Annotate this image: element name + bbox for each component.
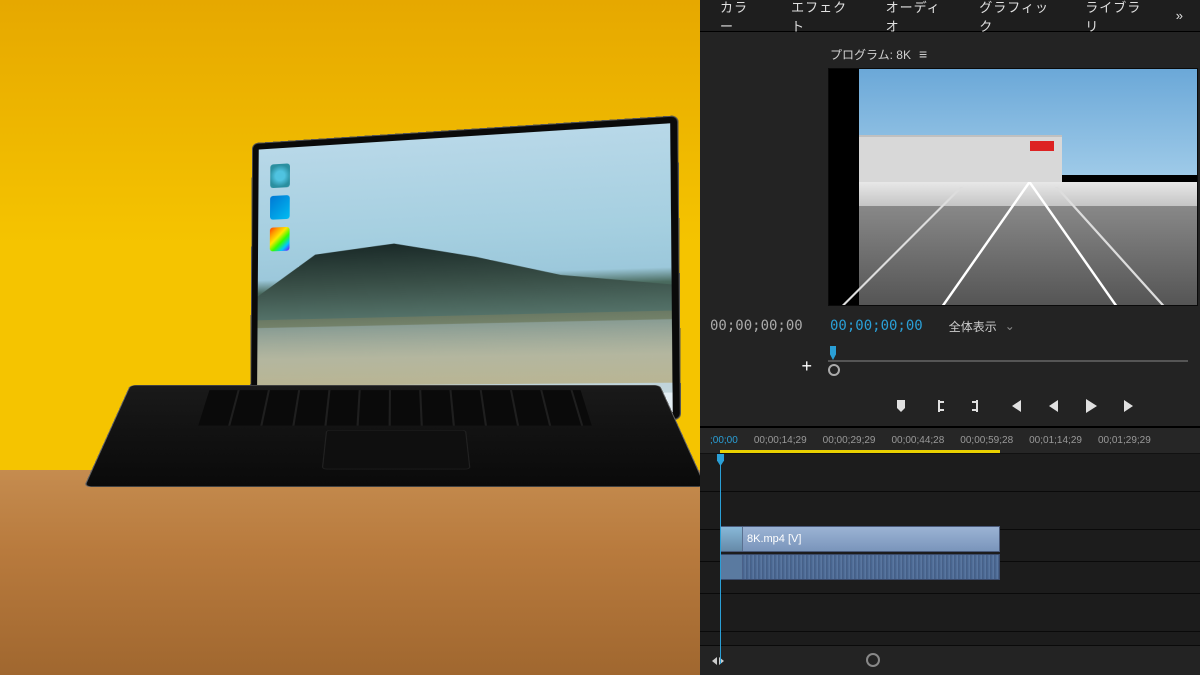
trackpad — [322, 430, 471, 469]
edge-icon — [270, 195, 290, 220]
step-forward-button[interactable] — [1121, 398, 1137, 414]
timeline-panel: ;00;00 00;00;14;29 00;00;29;29 00;00;44;… — [700, 428, 1200, 675]
ruler-timecode: 00;00;59;28 — [960, 435, 1013, 446]
go-to-in-button[interactable] — [1007, 398, 1023, 414]
laptop-keyboard — [84, 385, 706, 487]
tab-audio[interactable]: オーディオ — [868, 0, 962, 31]
add-button[interactable]: + — [801, 356, 812, 377]
program-monitor-title: プログラム: 8K — [830, 46, 911, 63]
play-button[interactable] — [1083, 398, 1099, 414]
creative-cloud-icon — [270, 227, 290, 252]
add-marker-button[interactable] — [893, 398, 909, 414]
ruler-timecode: 00;01;14;29 — [1029, 435, 1082, 446]
ruler-timecode: 00;00;14;29 — [754, 435, 807, 446]
program-timecode[interactable]: 00;00;00;00 — [826, 318, 923, 334]
chevron-down-icon: ⌄ — [1005, 319, 1015, 333]
audio-clip[interactable] — [720, 554, 1000, 580]
tab-overflow[interactable]: » — [1162, 0, 1198, 31]
scrub-bar[interactable] — [828, 346, 1200, 386]
video-preview — [859, 69, 1197, 305]
waveform — [743, 555, 999, 579]
work-area-bar[interactable] — [720, 450, 1000, 453]
workspace-tabs: カラー エフェクト オーディオ グラフィック ライブラリ » — [700, 0, 1200, 32]
tab-graphics[interactable]: グラフィック — [961, 0, 1067, 31]
recycle-bin-icon — [270, 163, 290, 188]
laptop-photo — [0, 0, 700, 675]
ruler-timecode: ;00;00 — [710, 435, 738, 446]
source-timecode[interactable]: 00;00;00;00 — [710, 318, 826, 334]
ruler-timecode: 00;01;29;29 — [1098, 435, 1151, 446]
video-clip[interactable]: 8K.mp4 [V] — [720, 526, 1000, 552]
timeline-playhead[interactable] — [720, 454, 721, 664]
mark-out-button[interactable] — [969, 398, 985, 414]
program-monitor[interactable] — [828, 68, 1198, 306]
transport-controls — [700, 386, 1200, 426]
premiere-panel: カラー エフェクト オーディオ グラフィック ライブラリ » プログラム: 8K… — [700, 0, 1200, 675]
clip-label: 8K.mp4 [V] — [747, 533, 801, 545]
clip-thumbnail — [721, 527, 743, 551]
snap-toggle-icon[interactable] — [710, 655, 726, 667]
scrub-handle[interactable] — [828, 364, 840, 376]
clip-thumbnail — [721, 555, 743, 579]
panel-menu-icon[interactable]: ≡ — [919, 46, 927, 62]
mark-in-button[interactable] — [931, 398, 947, 414]
timeline-tracks[interactable]: 8K.mp4 [V] — [700, 454, 1200, 645]
laptop-device — [130, 140, 660, 570]
tab-library[interactable]: ライブラリ — [1067, 0, 1161, 31]
zoom-handle[interactable] — [866, 653, 880, 667]
ruler-timecode: 00;00;44;28 — [891, 435, 944, 446]
zoom-fit-dropdown[interactable]: 全体表示 ⌄ — [943, 316, 1021, 337]
zoom-scrollbar[interactable] — [766, 656, 1150, 666]
playhead-icon[interactable] — [828, 346, 838, 360]
timeline-ruler[interactable]: ;00;00 00;00;14;29 00;00;29;29 00;00;44;… — [700, 428, 1200, 454]
ruler-timecode: 00;00;29;29 — [823, 435, 876, 446]
tab-effects[interactable]: エフェクト — [773, 0, 867, 31]
laptop-screen — [257, 123, 673, 413]
step-back-button[interactable] — [1045, 398, 1061, 414]
tab-color[interactable]: カラー — [702, 0, 773, 31]
